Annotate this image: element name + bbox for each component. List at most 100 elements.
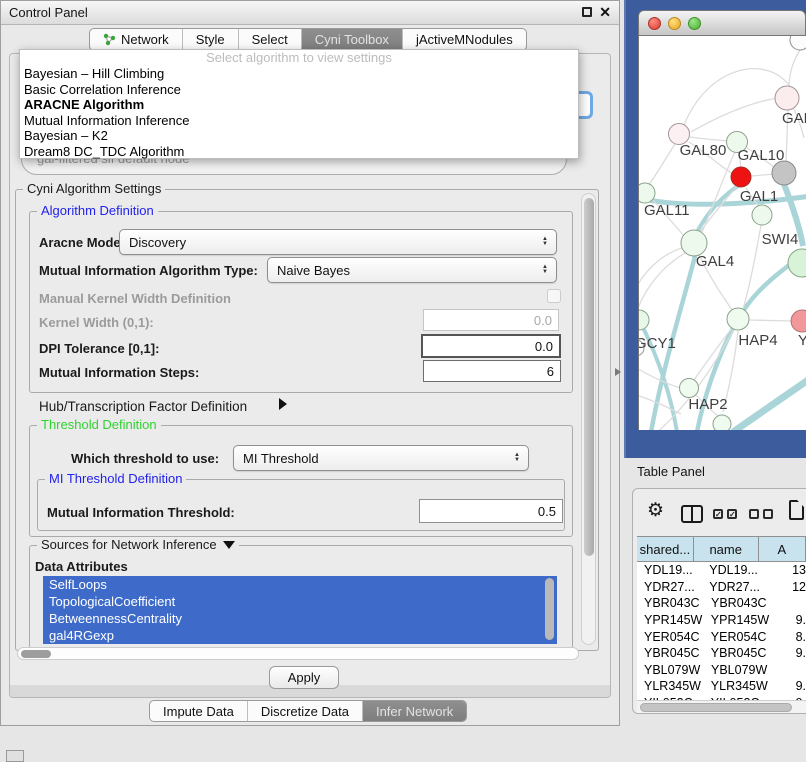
network-node-hap2[interactable] [680,379,699,398]
list-item-gal4rgexp[interactable]: gal4RGexp [43,627,557,644]
table-row[interactable]: YBL079W YBL079W [637,662,806,679]
split-columns-icon[interactable] [681,505,703,523]
minimize-traffic-light-icon[interactable] [668,17,681,30]
network-node-gal11[interactable] [639,183,655,203]
table-row[interactable]: YLR345W YLR345W 9. [637,678,806,695]
table-row[interactable]: YPR145W YPR145W 9. [637,612,806,629]
cell-value: 8. [791,630,806,644]
network-window-titlebar[interactable] [638,10,806,36]
network-node-gcy1[interactable] [639,310,649,330]
dropdown-item-bayesian-k2[interactable]: Bayesian – K2 [20,128,578,144]
mi-steps-label: Mutual Information Steps: [39,365,199,380]
table-body: YDL19... YDL19... 13 YDR27... YDR27... 1… [637,562,806,700]
sources-group-title[interactable]: Sources for Network Inference [37,537,239,552]
table-horizontal-scrollbar[interactable] [637,700,806,713]
dpi-tolerance-field[interactable]: 0.0 [421,334,561,358]
network-node-gal1-selected[interactable] [731,167,751,187]
cyni-algorithm-settings-title: Cyni Algorithm Settings [23,181,165,196]
mi-threshold-value: 0.5 [538,504,556,519]
dropdown-item-basic-correlation[interactable]: Basic Correlation Inference [20,82,578,98]
kernel-width-field[interactable]: 0.0 [423,309,559,331]
table-row[interactable]: YBR045C YBR045C 9. [637,645,806,662]
network-node[interactable] [752,205,772,225]
tab-infer-network[interactable]: Infer Network [363,701,466,721]
settings-horizontal-scrollbar[interactable] [17,647,579,660]
network-node-hap4[interactable] [727,308,749,330]
which-threshold-label: Which threshold to use: [71,451,219,466]
hub-definition-label[interactable]: Hub/Transcription Factor Definition [39,399,247,414]
tab-discretize-data[interactable]: Discretize Data [248,701,363,721]
list-item-betweennesscentrality[interactable]: BetweennessCentrality [43,610,557,627]
network-node[interactable] [790,36,806,50]
tab-select-label: Select [252,32,288,47]
gear-icon[interactable]: ⚙ [647,501,664,520]
apply-button[interactable]: Apply [269,666,339,689]
select-all-check-icon[interactable]: ✓ [713,509,723,519]
deselect-all-icon[interactable] [763,509,773,519]
network-node-swi4[interactable] [788,249,806,277]
table-row[interactable]: YDR27... YDR27... 12 [637,579,806,596]
dropdown-item-mutual-information[interactable]: Mutual Information Inference [20,113,578,129]
control-panel-tabbar: Network Style Select Cyni Toolbox jActiv… [89,28,527,51]
settings-vertical-scrollbar[interactable] [581,193,596,645]
splitter-arrow-icon[interactable] [615,368,621,376]
expand-arrow-icon[interactable] [279,398,287,410]
cell-name: YPR145W [709,613,791,627]
column-header-name[interactable]: name [694,537,759,561]
export-table-icon[interactable] [789,500,804,520]
network-node-salmon[interactable] [791,310,806,332]
tab-network[interactable]: Network [90,29,183,50]
table-row[interactable]: YBR043C YBR043C [637,595,806,612]
dropdown-item-bayesian-hill[interactable]: Bayesian – Hill Climbing [20,66,578,82]
dropdown-placeholder: Select algorithm to view settings [20,50,578,66]
zoom-traffic-light-icon[interactable] [688,17,701,30]
aracne-mode-combobox[interactable]: Discovery ▲▼ [119,229,557,255]
tab-style[interactable]: Style [183,29,239,50]
table-row[interactable]: YER054C YER054C 8. [637,628,806,645]
deselect-all-icon[interactable] [749,509,759,519]
tab-infer-network-label: Infer Network [376,704,453,719]
tab-impute-data[interactable]: Impute Data [150,701,248,721]
mi-steps-field[interactable]: 6 [423,360,561,382]
column-header-shared-name[interactable]: shared... [637,537,694,561]
list-item-selfloops[interactable]: SelfLoops [43,576,557,593]
node-label-swi4: SWI4 [762,231,799,248]
node-label-gal1: GAL1 [740,188,778,205]
mi-algorithm-type-combobox[interactable]: Naive Bayes ▲▼ [267,257,557,283]
network-canvas[interactable]: GAL GAL80 GAL10 GAL1 GAL11 GAL4 SWI4 HAP… [638,36,806,430]
network-icon [103,33,116,46]
close-icon[interactable]: ✕ [599,4,611,21]
cell-name: YDR27... [707,580,787,594]
tab-select[interactable]: Select [239,29,302,50]
column-header-partial[interactable]: A [759,537,806,561]
select-all-check-icon[interactable]: ✓ [727,509,737,519]
mi-algorithm-type-label: Mutual Information Algorithm Type: [39,263,258,278]
manual-kernel-width-checkbox[interactable] [547,289,561,303]
cyni-bottom-tabbar: Impute Data Discretize Data Infer Networ… [149,700,467,722]
panel-grip-icon[interactable] [6,750,24,762]
cell-value: 12 [787,580,806,594]
tab-style-label: Style [196,32,225,47]
list-item-topologicalcoefficient[interactable]: TopologicalCoefficient [43,593,557,610]
mi-threshold-definition-title: MI Threshold Definition [45,471,186,486]
cell-value: 9. [791,613,806,627]
cell-shared-name: YPR145W [637,613,709,627]
tab-jactivemnodules[interactable]: jActiveMNodules [403,29,526,50]
attributes-list-scrollbar[interactable] [545,578,554,640]
collapse-arrow-icon[interactable] [223,541,235,549]
float-window-icon[interactable] [582,7,592,17]
tab-cyni-toolbox[interactable]: Cyni Toolbox [302,29,403,50]
close-traffic-light-icon[interactable] [648,17,661,30]
network-node[interactable] [713,415,731,430]
network-node-gal-partial[interactable] [775,86,799,110]
network-node-gray[interactable] [772,161,796,185]
which-threshold-value: MI Threshold [243,451,319,466]
kernel-width-label: Kernel Width (0,1): [39,315,154,330]
table-panel-title: Table Panel [637,464,705,479]
table-row[interactable]: YDL19... YDL19... 13 [637,562,806,579]
dropdown-item-aracne[interactable]: ARACNE Algorithm [20,97,578,113]
node-label-gal10: GAL10 [738,147,785,164]
which-threshold-combobox[interactable]: MI Threshold ▲▼ [233,445,529,471]
mi-threshold-field[interactable]: 0.5 [419,499,563,523]
dropdown-item-dream8[interactable]: Dream8 DC_TDC Algorithm [20,144,578,160]
